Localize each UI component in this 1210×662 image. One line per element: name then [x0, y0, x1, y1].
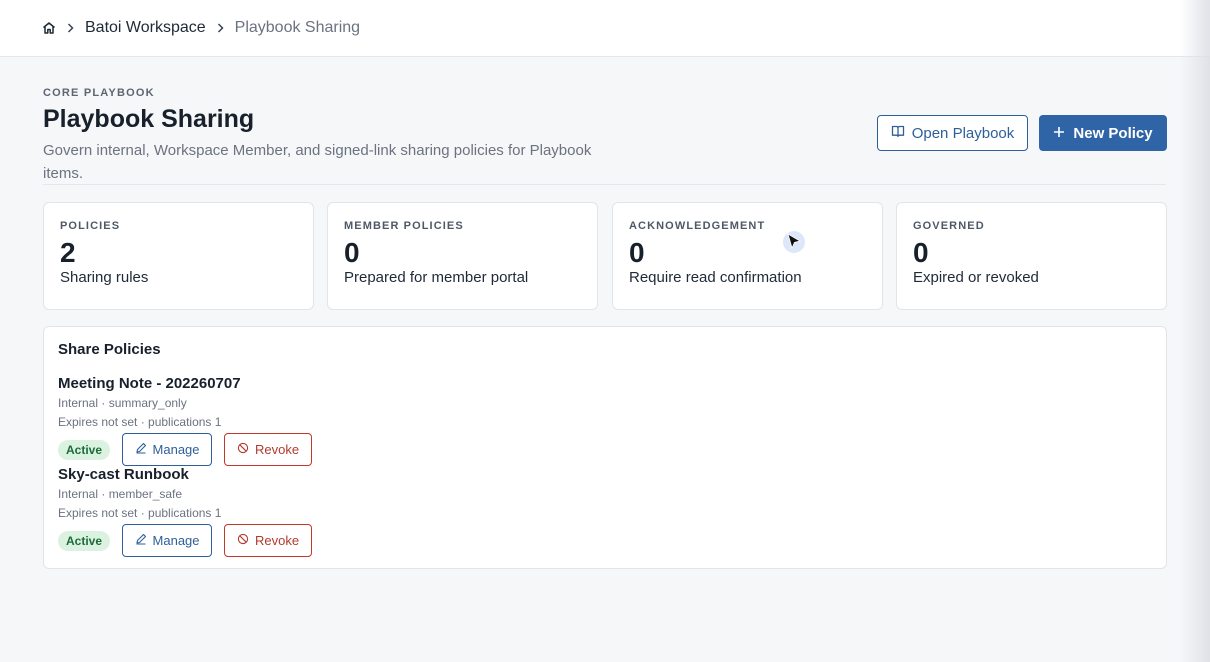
policy-title: Sky-cast Runbook: [58, 466, 189, 483]
policy-item: Meeting Note - 202260707 Internal · summ…: [58, 375, 458, 466]
breadcrumb-workspace[interactable]: Batoi Workspace: [85, 19, 206, 37]
manage-button[interactable]: Manage: [122, 433, 213, 466]
stat-card-acknowledgement: ACKNOWLEDGEMENT 0 Require read confirmat…: [612, 202, 883, 310]
stat-label: POLICIES: [60, 220, 121, 232]
stat-card-governed: GOVERNED 0 Expired or revoked: [896, 202, 1167, 310]
status-badge: Active: [58, 530, 111, 551]
stat-value: 0: [344, 237, 360, 268]
stat-label: MEMBER POLICIES: [344, 220, 464, 232]
breadcrumb-current: Playbook Sharing: [234, 19, 361, 36]
ban-icon: [237, 533, 249, 548]
open-playbook-label: Open Playbook: [911, 124, 1015, 142]
new-policy-button[interactable]: New Policy: [1039, 115, 1167, 151]
stat-label: GOVERNED: [913, 220, 985, 232]
divider: [43, 184, 1166, 185]
policy-item: Sky-cast Runbook Internal · member_safe …: [58, 466, 458, 557]
ban-icon: [237, 442, 249, 457]
section-eyebrow: CORE PLAYBOOK: [43, 87, 155, 99]
page-description: Govern internal, Workspace Member, and s…: [43, 142, 592, 182]
stat-subtitle: Sharing rules: [60, 269, 149, 286]
chevron-right-icon: [66, 22, 75, 34]
breadcrumb: Batoi Workspace Playbook Sharing: [42, 19, 360, 37]
page-title: Playbook Sharing: [43, 105, 255, 133]
panel-title: Share Policies: [58, 341, 161, 358]
revoke-button[interactable]: Revoke: [224, 433, 313, 466]
pencil-icon: [135, 442, 147, 457]
right-edge-shade: [1180, 0, 1210, 662]
stat-subtitle: Expired or revoked: [913, 269, 1039, 286]
home-icon[interactable]: [42, 21, 56, 35]
policy-meta: Internal · member_safe: [58, 487, 183, 501]
top-bar: Batoi Workspace Playbook Sharing: [0, 0, 1210, 57]
stat-value: 0: [629, 237, 645, 268]
stat-label: ACKNOWLEDGEMENT: [629, 220, 766, 232]
manage-label: Manage: [152, 442, 200, 457]
stat-card-member-policies: MEMBER POLICIES 0 Prepared for member po…: [327, 202, 598, 310]
revoke-label: Revoke: [254, 442, 300, 457]
policy-title: Meeting Note - 202260707: [58, 375, 241, 392]
stat-subtitle: Prepared for member portal: [344, 269, 529, 286]
stat-value: 0: [913, 237, 929, 268]
stat-subtitle: Require read confirmation: [629, 269, 802, 286]
new-policy-label: New Policy: [1073, 124, 1153, 142]
book-icon: [891, 124, 905, 142]
manage-label: Manage: [152, 533, 200, 548]
revoke-label: Revoke: [254, 533, 300, 548]
policy-expiry: Expires not set · publications 1: [58, 415, 222, 429]
stat-value: 2: [60, 237, 76, 268]
share-policies-panel: Share Policies Meeting Note - 202260707 …: [43, 326, 1167, 569]
open-playbook-button[interactable]: Open Playbook: [877, 115, 1028, 151]
manage-button[interactable]: Manage: [122, 524, 213, 557]
chevron-right-icon: [216, 22, 225, 34]
pencil-icon: [135, 533, 147, 548]
status-badge: Active: [58, 439, 111, 460]
policy-actions: Active Manage Revoke: [58, 524, 458, 557]
policy-actions: Active Manage Revoke: [58, 433, 458, 466]
policy-meta: Internal · summary_only: [58, 396, 187, 410]
plus-icon: [1053, 125, 1065, 142]
stat-card-policies: POLICIES 2 Sharing rules: [43, 202, 314, 310]
policy-expiry: Expires not set · publications 1: [58, 506, 222, 520]
mouse-cursor-icon: [780, 228, 810, 258]
revoke-button[interactable]: Revoke: [224, 524, 313, 557]
